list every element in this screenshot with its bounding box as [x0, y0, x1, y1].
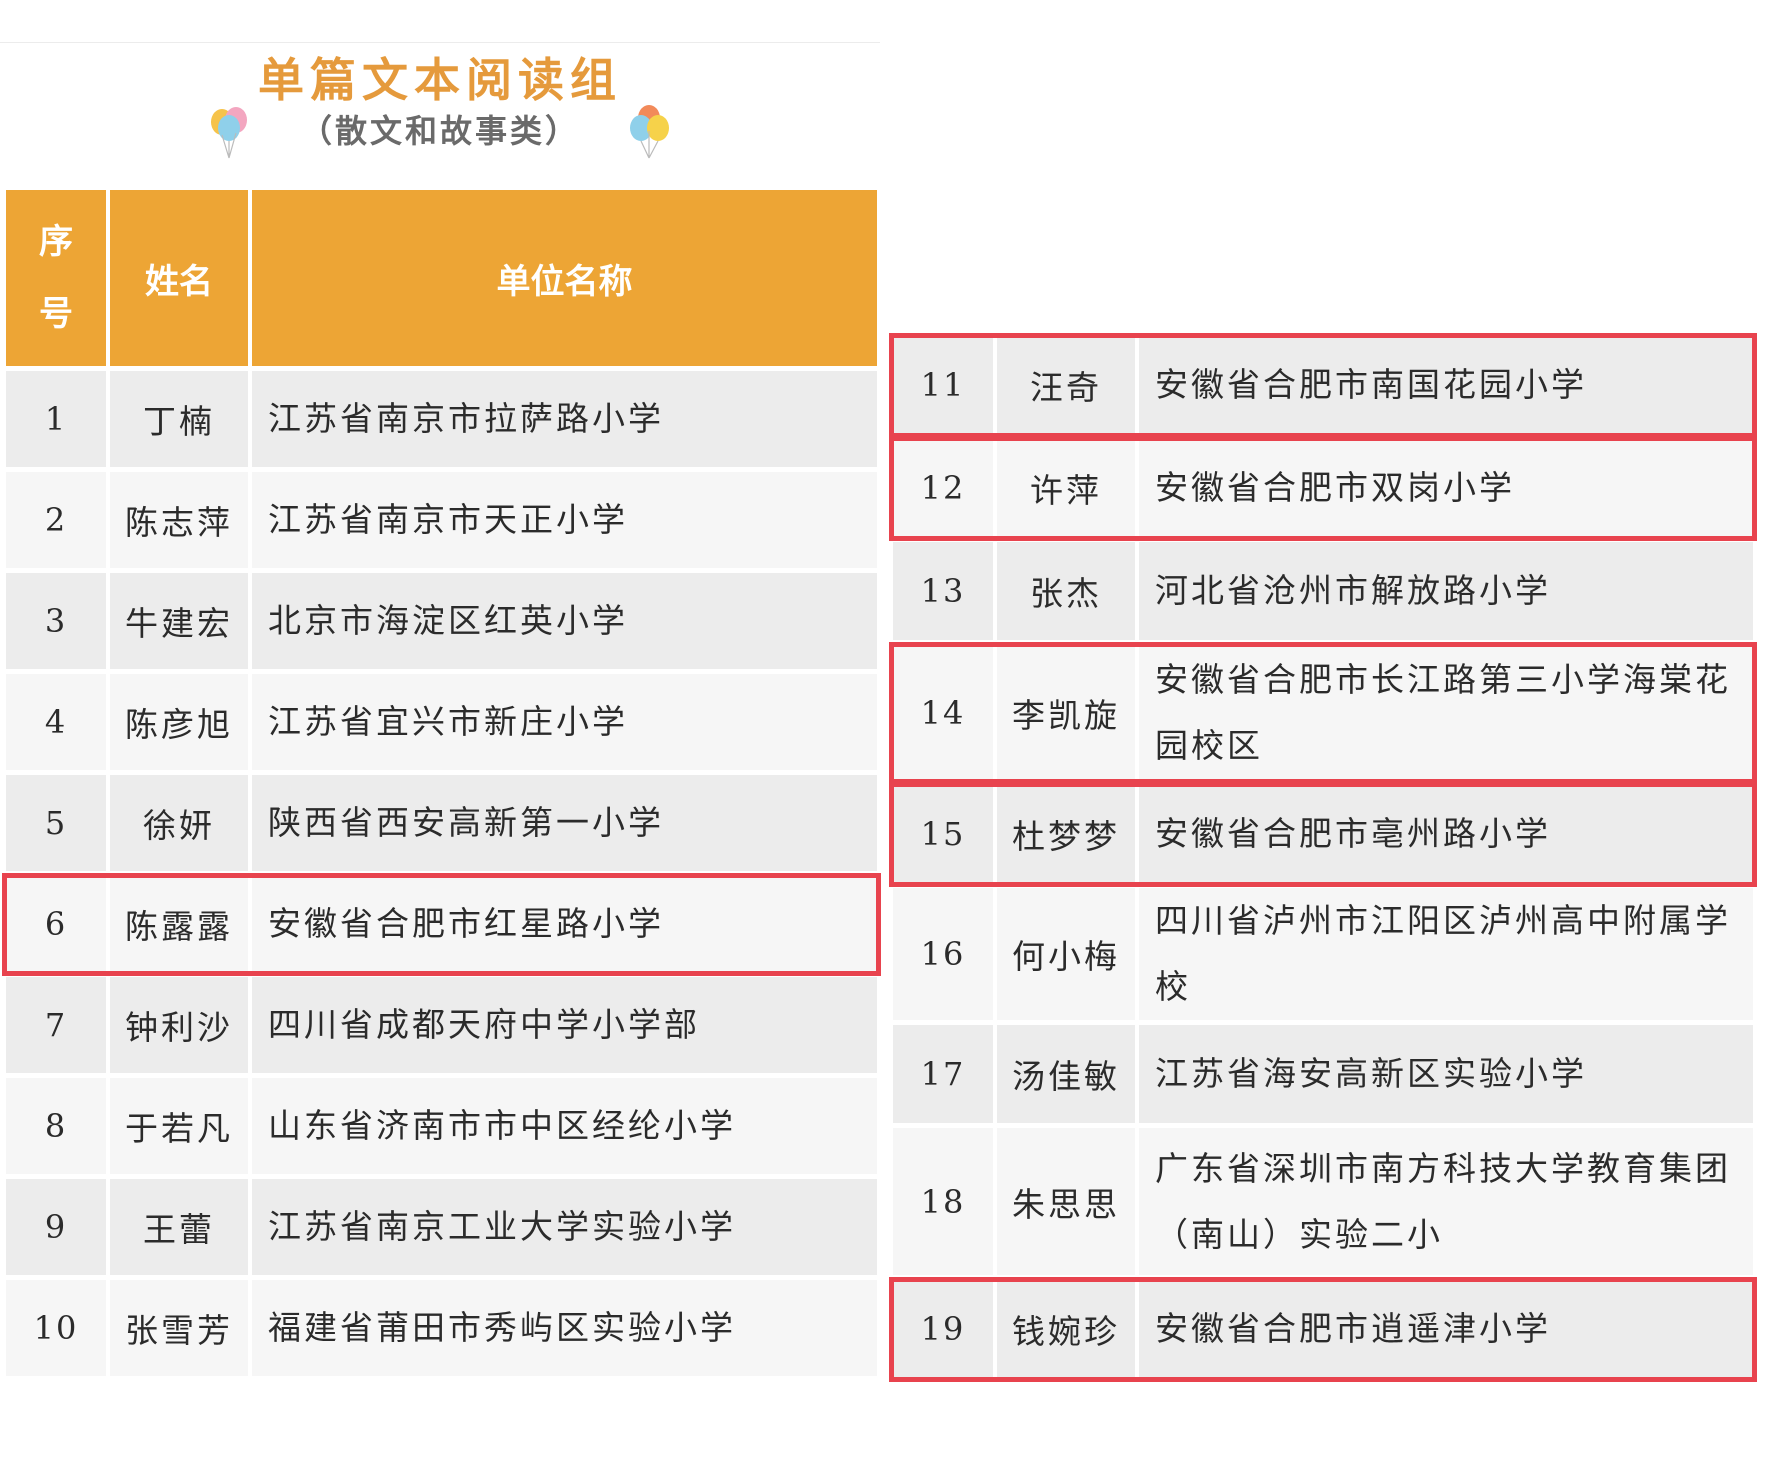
row-unit: 江苏省南京工业大学实验小学 [252, 1174, 877, 1275]
table-row: 19 钱婉珍 安徽省合肥市逍遥津小学 [893, 1275, 1753, 1378]
row-index: 13 [893, 537, 997, 640]
row-index: 1 [6, 366, 110, 467]
table-row: 8 于若凡 山东省济南市市中区经纶小学 [6, 1073, 877, 1174]
header-index-label: 序号 [39, 222, 73, 334]
table-row: 3 牛建宏 北京市海淀区红英小学 [6, 568, 877, 669]
row-index: 3 [6, 568, 110, 669]
row-unit: 四川省泸州市江阳区泸州高中附属学校 [1139, 883, 1753, 1020]
row-unit: 陕西省西安高新第一小学 [252, 770, 877, 871]
row-index: 4 [6, 669, 110, 770]
row-index: 2 [6, 467, 110, 568]
row-index: 14 [893, 640, 997, 780]
row-unit: 安徽省合肥市长江路第三小学海棠花园校区 [1139, 640, 1753, 780]
row-index: 8 [6, 1073, 110, 1174]
table-row: 13 张杰 河北省沧州市解放路小学 [893, 537, 1753, 640]
table-row: 12 许萍 安徽省合肥市双岗小学 [893, 434, 1753, 537]
row-index: 5 [6, 770, 110, 871]
row-name: 钟利沙 [110, 972, 252, 1073]
row-name: 陈志萍 [110, 467, 252, 568]
page-title: 单篇文本阅读组 [258, 53, 622, 107]
row-index: 7 [6, 972, 110, 1073]
row-name: 陈彦旭 [110, 669, 252, 770]
row-index: 6 [6, 871, 110, 972]
table-row: 11 汪奇 安徽省合肥市南国花园小学 [893, 331, 1753, 434]
row-index: 17 [893, 1020, 997, 1123]
header-unit: 单位名称 [252, 190, 877, 366]
table-row: 4 陈彦旭 江苏省宜兴市新庄小学 [6, 669, 877, 770]
row-unit: 江苏省南京市拉萨路小学 [252, 366, 877, 467]
row-name: 许萍 [997, 434, 1139, 537]
table-header-row: 序号 姓名 单位名称 [6, 190, 877, 366]
header-index: 序号 [6, 190, 110, 366]
row-index: 10 [6, 1275, 110, 1376]
table-row: 5 徐妍 陕西省西安高新第一小学 [6, 770, 877, 871]
row-unit: 安徽省合肥市红星路小学 [252, 871, 877, 972]
row-name: 钱婉珍 [997, 1275, 1139, 1378]
table-row: 15 杜梦梦 安徽省合肥市亳州路小学 [893, 780, 1753, 883]
row-name: 徐妍 [110, 770, 252, 871]
table-row: 7 钟利沙 四川省成都天府中学小学部 [6, 972, 877, 1073]
header-name: 姓名 [110, 190, 252, 366]
table-row: 18 朱思思 广东省深圳市南方科技大学教育集团（南山）实验二小 [893, 1123, 1753, 1275]
page-subtitle: （散文和故事类） [299, 112, 580, 150]
row-unit: 河北省沧州市解放路小学 [1139, 537, 1753, 640]
table-row: 10 张雪芳 福建省莆田市秀屿区实验小学 [6, 1275, 877, 1376]
row-name: 陈露露 [110, 871, 252, 972]
row-name: 朱思思 [997, 1123, 1139, 1275]
table-row: 14 李凯旋 安徽省合肥市长江路第三小学海棠花园校区 [893, 640, 1753, 780]
row-index: 16 [893, 883, 997, 1020]
row-index: 11 [893, 331, 997, 434]
registration-table-left: 序号 姓名 单位名称 1 丁楠 江苏省南京市拉萨路小学 2 陈志萍 江苏省南京市天正小学 3… [6, 190, 877, 1376]
row-name: 王蕾 [110, 1174, 252, 1275]
balloon-cluster-icon [630, 105, 669, 159]
row-unit: 四川省成都天府中学小学部 [252, 972, 877, 1073]
row-unit: 江苏省南京市天正小学 [252, 467, 877, 568]
row-index: 12 [893, 434, 997, 537]
row-index: 18 [893, 1123, 997, 1275]
row-name: 汪奇 [997, 331, 1139, 434]
row-unit: 江苏省海安高新区实验小学 [1139, 1020, 1753, 1123]
row-unit: 安徽省合肥市南国花园小学 [1139, 331, 1753, 434]
table-row: 9 王蕾 江苏省南京工业大学实验小学 [6, 1174, 877, 1275]
row-name: 张杰 [997, 537, 1139, 640]
table-row: 1 丁楠 江苏省南京市拉萨路小学 [6, 366, 877, 467]
row-unit: 安徽省合肥市双岗小学 [1139, 434, 1753, 537]
registration-table-right: 11 汪奇 安徽省合肥市南国花园小学 12 许萍 安徽省合肥市双岗小学 13 张杰 河北省沧州市… [893, 331, 1753, 1378]
row-name: 李凯旋 [997, 640, 1139, 780]
row-unit: 福建省莆田市秀屿区实验小学 [252, 1275, 877, 1376]
top-divider [0, 42, 880, 43]
row-name: 于若凡 [110, 1073, 252, 1174]
table-row: 16 何小梅 四川省泸州市江阳区泸州高中附属学校 [893, 883, 1753, 1020]
row-index: 19 [893, 1275, 997, 1378]
row-unit: 山东省济南市市中区经纶小学 [252, 1073, 877, 1174]
row-index: 15 [893, 780, 997, 883]
row-index: 9 [6, 1174, 110, 1275]
row-unit: 江苏省宜兴市新庄小学 [252, 669, 877, 770]
row-unit: 广东省深圳市南方科技大学教育集团（南山）实验二小 [1139, 1123, 1753, 1275]
row-name: 汤佳敏 [997, 1020, 1139, 1123]
row-unit: 安徽省合肥市逍遥津小学 [1139, 1275, 1753, 1378]
row-name: 丁楠 [110, 366, 252, 467]
table-row: 17 汤佳敏 江苏省海安高新区实验小学 [893, 1020, 1753, 1123]
row-name: 何小梅 [997, 883, 1139, 1020]
balloon-cluster-icon [211, 107, 247, 159]
table-row: 6 陈露露 安徽省合肥市红星路小学 [6, 871, 877, 972]
row-name: 杜梦梦 [997, 780, 1139, 883]
row-name: 张雪芳 [110, 1275, 252, 1376]
table-row: 2 陈志萍 江苏省南京市天正小学 [6, 467, 877, 568]
row-unit: 安徽省合肥市亳州路小学 [1139, 780, 1753, 883]
row-name: 牛建宏 [110, 568, 252, 669]
row-unit: 北京市海淀区红英小学 [252, 568, 877, 669]
